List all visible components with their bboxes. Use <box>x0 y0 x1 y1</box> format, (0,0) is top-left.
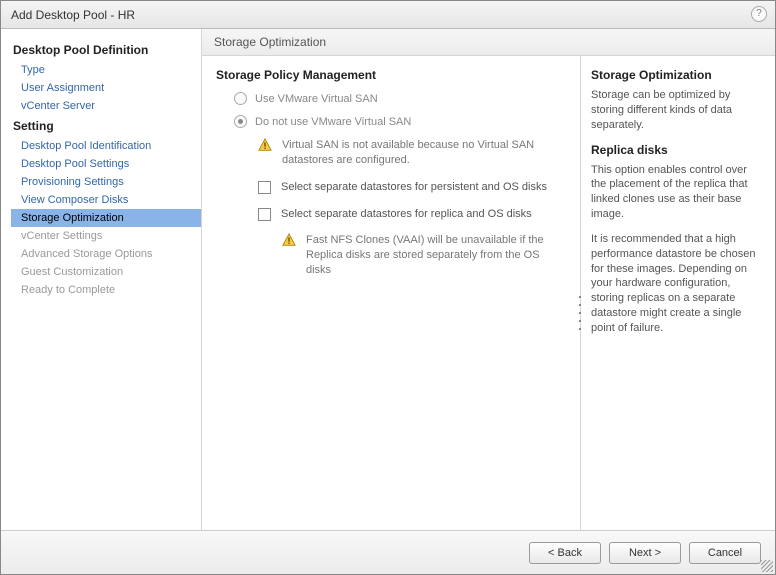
sidebar-item-pool-settings[interactable]: Desktop Pool Settings <box>11 155 201 173</box>
help-text: This option enables control over the pla… <box>591 163 765 222</box>
window-title: Add Desktop Pool - HR <box>11 8 135 22</box>
checkbox-separate-replica[interactable]: Select separate datastores for replica a… <box>258 207 566 222</box>
dialog-body: Desktop Pool Definition Type User Assign… <box>1 29 775 530</box>
checkbox-label: Select separate datastores for replica a… <box>281 207 532 222</box>
warning-icon <box>282 233 296 247</box>
radio-icon <box>234 92 247 105</box>
cancel-button[interactable]: Cancel <box>689 542 761 564</box>
page-header: Storage Optimization <box>202 29 775 56</box>
splitter-handle[interactable] <box>576 293 584 333</box>
sidebar-item-type[interactable]: Type <box>11 61 201 79</box>
content-area: Storage Policy Management Use VMware Vir… <box>202 56 775 530</box>
checkbox-label: Select separate datastores for persisten… <box>281 180 547 195</box>
vaai-warning: Fast NFS Clones (VAAI) will be unavailab… <box>282 233 566 278</box>
sidebar-item-user-assignment[interactable]: User Assignment <box>11 79 201 97</box>
help-heading-1: Storage Optimization <box>591 68 765 82</box>
sidebar-item-advanced-storage: Advanced Storage Options <box>11 245 201 263</box>
sidebar-item-ready-to-complete: Ready to Complete <box>11 281 201 299</box>
help-text: Storage can be optimized by storing diff… <box>591 88 765 133</box>
help-heading-2: Replica disks <box>591 143 765 157</box>
back-button[interactable]: < Back <box>529 542 601 564</box>
sidebar-item-pool-identification[interactable]: Desktop Pool Identification <box>11 137 201 155</box>
sidebar-item-vcenter-server[interactable]: vCenter Server <box>11 97 201 115</box>
resize-grip-icon[interactable] <box>761 560 773 572</box>
sidebar-section-setting: Setting <box>11 115 201 137</box>
next-button[interactable]: Next > <box>609 542 681 564</box>
help-text: It is recommended that a high performanc… <box>591 232 765 336</box>
sidebar-item-guest-customization: Guest Customization <box>11 263 201 281</box>
main-panel: Storage Optimization Storage Policy Mana… <box>201 29 775 530</box>
warning-text: Fast NFS Clones (VAAI) will be unavailab… <box>306 233 566 278</box>
help-pane: Storage Optimization Storage can be opti… <box>580 56 775 530</box>
radio-use-vsan: Use VMware Virtual SAN <box>234 92 566 105</box>
note-text: Virtual SAN is not available because no … <box>282 138 566 168</box>
radio-no-vsan: Do not use VMware Virtual SAN <box>234 115 566 128</box>
checkbox-separate-persistent[interactable]: Select separate datastores for persisten… <box>258 180 566 195</box>
sidebar-item-vcenter-settings: vCenter Settings <box>11 227 201 245</box>
titlebar: Add Desktop Pool - HR ? <box>1 1 775 29</box>
vsan-unavailable-note: Virtual SAN is not available because no … <box>258 138 566 168</box>
sidebar-section-definition: Desktop Pool Definition <box>11 39 201 61</box>
wizard-sidebar: Desktop Pool Definition Type User Assign… <box>1 29 201 530</box>
storage-policy-heading: Storage Policy Management <box>216 68 566 82</box>
dialog-window: Add Desktop Pool - HR ? Desktop Pool Def… <box>0 0 776 575</box>
sidebar-item-view-composer-disks[interactable]: View Composer Disks <box>11 191 201 209</box>
dialog-footer: < Back Next > Cancel <box>1 530 775 574</box>
radio-label: Do not use VMware Virtual SAN <box>255 116 411 128</box>
sidebar-item-storage-optimization[interactable]: Storage Optimization <box>11 209 201 227</box>
checkbox-icon[interactable] <box>258 181 271 194</box>
checkbox-icon[interactable] <box>258 208 271 221</box>
center-pane: Storage Policy Management Use VMware Vir… <box>202 56 580 530</box>
radio-icon <box>234 115 247 128</box>
help-icon[interactable]: ? <box>751 6 767 22</box>
radio-label: Use VMware Virtual SAN <box>255 93 378 105</box>
warning-icon <box>258 138 272 152</box>
sidebar-item-provisioning-settings[interactable]: Provisioning Settings <box>11 173 201 191</box>
